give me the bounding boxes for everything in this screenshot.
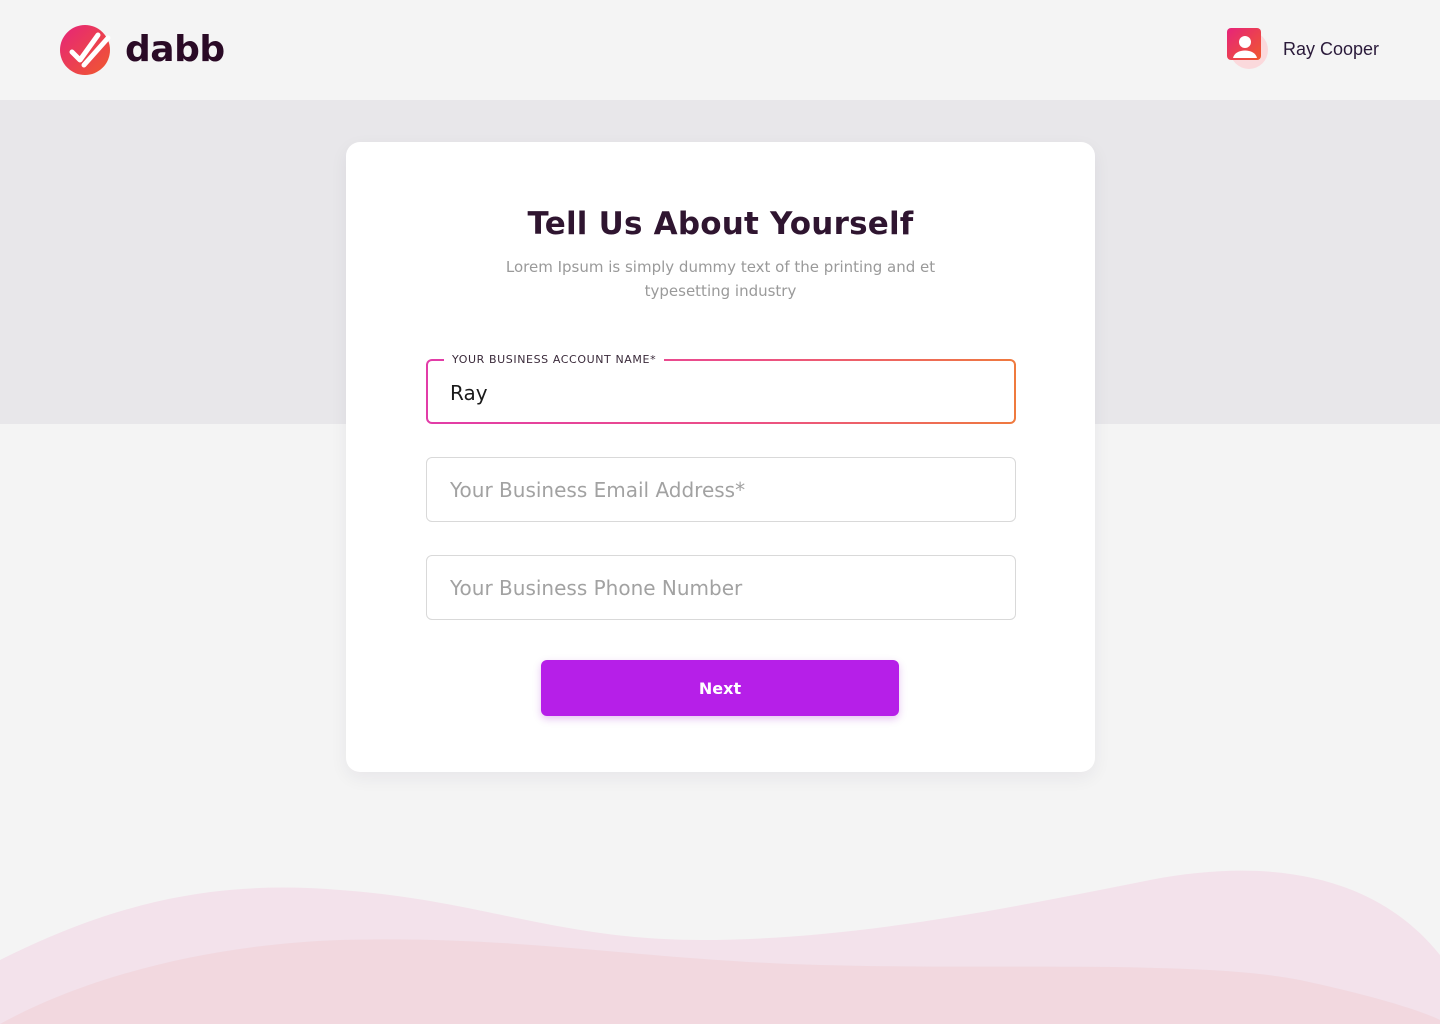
business-email-input[interactable] xyxy=(427,458,1015,521)
business-phone-field[interactable] xyxy=(426,555,1016,620)
business-phone-input[interactable] xyxy=(427,556,1015,619)
dabb-logo-icon xyxy=(60,25,111,75)
business-account-name-value[interactable]: Ray xyxy=(450,379,488,407)
logo-wordmark: dabb xyxy=(125,29,225,70)
user-avatar-icon xyxy=(1226,28,1268,69)
business-email-field[interactable] xyxy=(426,457,1016,522)
next-button[interactable]: Next xyxy=(541,660,899,716)
brand-logo[interactable]: dabb xyxy=(60,25,225,75)
business-account-name-label: YOUR BUSINESS ACCOUNT NAME* xyxy=(444,352,665,368)
user-menu[interactable]: Ray Cooper xyxy=(1226,28,1379,70)
user-name: Ray Cooper xyxy=(1282,38,1379,59)
signup-card: Tell Us About Yourself Lorem Ipsum is si… xyxy=(346,142,1095,772)
decorative-waves xyxy=(0,870,1440,1024)
top-bar: dabb Ray Cooper xyxy=(0,0,1440,100)
business-account-name-field[interactable]: YOUR BUSINESS ACCOUNT NAME* Ray xyxy=(426,352,1016,424)
page-title: Tell Us About Yourself xyxy=(527,206,914,242)
page-subtitle: Lorem Ipsum is simply dummy text of the … xyxy=(505,258,936,300)
